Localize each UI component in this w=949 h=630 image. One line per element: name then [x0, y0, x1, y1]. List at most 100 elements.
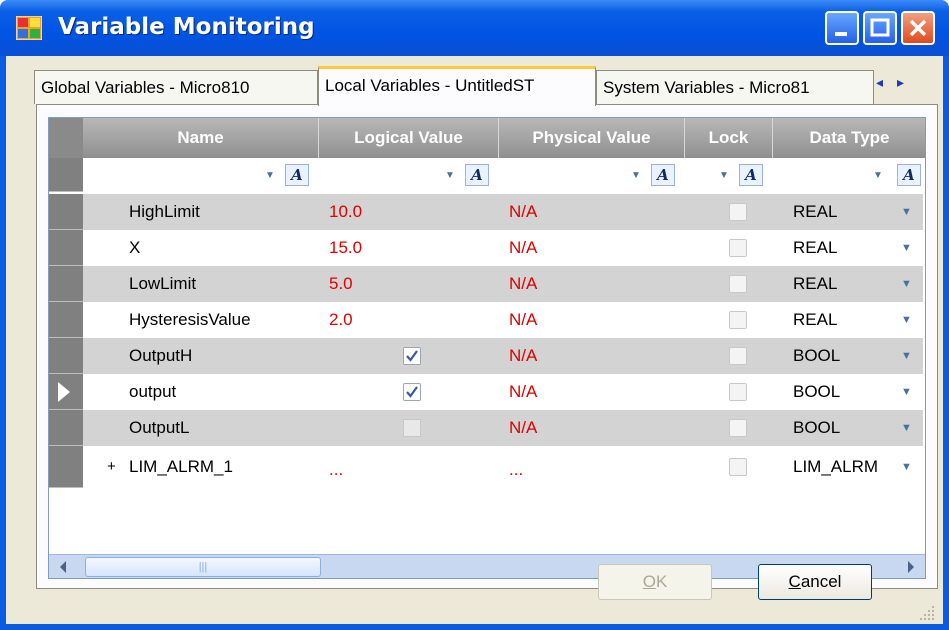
logical-value[interactable]: 15.0 — [329, 230, 362, 266]
variable-grid: Name Logical Value Physical Value Lock D… — [48, 117, 926, 579]
row-header[interactable] — [49, 194, 83, 230]
variable-name[interactable]: OutputL — [129, 410, 190, 446]
logical-value[interactable]: 5.0 — [329, 266, 353, 302]
scrollbar-thumb[interactable]: ||| — [85, 557, 321, 577]
lock-checkbox[interactable] — [729, 347, 747, 365]
data-type-dropdown-icon[interactable]: ▼ — [901, 206, 912, 218]
maximize-icon — [870, 18, 890, 37]
variable-name[interactable]: LIM_ALRM_1 — [129, 449, 233, 485]
filter-icon[interactable]: A — [651, 164, 675, 186]
data-type-value[interactable]: REAL — [793, 194, 837, 230]
expand-icon[interactable]: + — [107, 449, 116, 485]
column-header-name[interactable]: Name — [83, 118, 319, 158]
physical-value[interactable]: N/A — [509, 410, 537, 446]
physical-value[interactable]: N/A — [509, 266, 537, 302]
data-type-value[interactable]: REAL — [793, 230, 837, 266]
variable-name[interactable]: HighLimit — [129, 194, 200, 230]
minimize-button[interactable] — [825, 11, 859, 45]
lock-checkbox[interactable] — [729, 275, 747, 293]
row-header[interactable] — [49, 410, 83, 446]
tab-scroll-left-icon[interactable]: ◂ — [876, 74, 883, 90]
cancel-access-key: C — [788, 572, 801, 591]
physical-value[interactable]: N/A — [509, 194, 537, 230]
filter-dropdown-icon[interactable]: ▼ — [445, 170, 455, 181]
title-bar[interactable]: Variable Monitoring — [0, 0, 949, 56]
logical-value[interactable]: 2.0 — [329, 302, 353, 338]
variable-name[interactable]: HysteresisValue — [129, 302, 251, 338]
maximize-button[interactable] — [863, 11, 897, 45]
ok-button[interactable]: OK — [598, 564, 712, 600]
lock-checkbox[interactable] — [729, 458, 747, 476]
tab-system-variables[interactable]: System Variables - Micro81 — [596, 70, 874, 104]
filter-icon[interactable]: A — [285, 164, 309, 186]
variable-name[interactable]: OutputH — [129, 338, 192, 374]
filter-icon[interactable]: A — [897, 164, 921, 186]
logical-value-checkbox[interactable] — [403, 419, 421, 437]
cancel-button[interactable]: Cancel — [758, 564, 872, 600]
scroll-left-icon[interactable] — [57, 560, 69, 574]
minimize-icon — [835, 32, 847, 36]
data-type-value[interactable]: LIM_ALRM — [793, 449, 885, 485]
data-type-value[interactable]: REAL — [793, 266, 837, 302]
physical-value[interactable]: N/A — [509, 338, 537, 374]
cancel-label: ancel — [800, 572, 842, 591]
logical-value[interactable]: ... — [329, 452, 343, 488]
variable-name[interactable]: X — [129, 230, 140, 266]
lock-checkbox[interactable] — [729, 383, 747, 401]
data-type-value[interactable]: BOOL — [793, 374, 840, 410]
filter-icon[interactable]: A — [465, 164, 489, 186]
column-header-data-type[interactable]: Data Type — [773, 118, 925, 158]
logical-value-checkbox[interactable] — [403, 347, 421, 365]
scroll-right-icon[interactable] — [905, 560, 917, 574]
tab-global-variables[interactable]: Global Variables - Micro810 — [34, 70, 318, 104]
check-icon — [406, 350, 418, 362]
filter-dropdown-icon[interactable]: ▼ — [265, 170, 275, 181]
data-type-value[interactable]: BOOL — [793, 410, 840, 446]
column-header-lock[interactable]: Lock — [685, 118, 773, 158]
dialog-client-area: Global Variables - Micro810 Local Variab… — [6, 56, 943, 624]
row-header-current[interactable] — [49, 374, 83, 410]
row-header[interactable] — [49, 230, 83, 266]
row-header[interactable] — [49, 302, 83, 338]
data-type-dropdown-icon[interactable]: ▼ — [901, 422, 912, 434]
column-header-physical-value[interactable]: Physical Value — [499, 118, 685, 158]
data-type-dropdown-icon[interactable]: ▼ — [901, 278, 912, 290]
row-header[interactable] — [49, 338, 83, 374]
physical-value[interactable]: N/A — [509, 374, 537, 410]
data-type-value[interactable]: REAL — [793, 302, 837, 338]
tab-scroll-right-icon[interactable]: ▸ — [897, 74, 904, 90]
data-type-dropdown-icon[interactable]: ▼ — [901, 350, 912, 362]
filter-icon[interactable]: A — [739, 164, 763, 186]
row-header — [49, 158, 83, 192]
close-button[interactable] — [901, 11, 935, 45]
variable-monitoring-window: Variable Monitoring Global Variables - M… — [0, 0, 949, 630]
logical-value-checkbox[interactable] — [403, 383, 421, 401]
logical-value[interactable]: 10.0 — [329, 194, 362, 230]
variable-name[interactable]: output — [129, 374, 176, 410]
corner-header — [49, 118, 83, 158]
tab-label: Global Variables - Micro810 — [41, 78, 250, 97]
lock-checkbox[interactable] — [729, 239, 747, 257]
data-type-dropdown-icon[interactable]: ▼ — [901, 461, 912, 473]
tab-local-variables[interactable]: Local Variables - UntitledST — [318, 66, 596, 106]
lock-checkbox[interactable] — [729, 203, 747, 221]
row-header[interactable] — [49, 446, 83, 488]
lock-checkbox[interactable] — [729, 311, 747, 329]
filter-dropdown-icon[interactable]: ▼ — [719, 170, 729, 181]
physical-value[interactable]: N/A — [509, 230, 537, 266]
column-header-logical-value[interactable]: Logical Value — [319, 118, 499, 158]
tab-label: Local Variables - UntitledST — [325, 76, 535, 95]
data-type-value[interactable]: BOOL — [793, 338, 840, 374]
physical-value[interactable]: N/A — [509, 302, 537, 338]
filter-dropdown-icon[interactable]: ▼ — [631, 170, 641, 181]
data-type-dropdown-icon[interactable]: ▼ — [901, 242, 912, 254]
data-type-dropdown-icon[interactable]: ▼ — [901, 314, 912, 326]
lock-checkbox[interactable] — [729, 419, 747, 437]
data-type-dropdown-icon[interactable]: ▼ — [901, 386, 912, 398]
grid-header-row: Name Logical Value Physical Value Lock D… — [49, 118, 925, 158]
variable-name[interactable]: LowLimit — [129, 266, 196, 302]
physical-value[interactable]: ... — [509, 452, 523, 488]
resize-grip-icon[interactable] — [918, 604, 936, 622]
row-header[interactable] — [49, 266, 83, 302]
filter-dropdown-icon[interactable]: ▼ — [873, 170, 883, 181]
